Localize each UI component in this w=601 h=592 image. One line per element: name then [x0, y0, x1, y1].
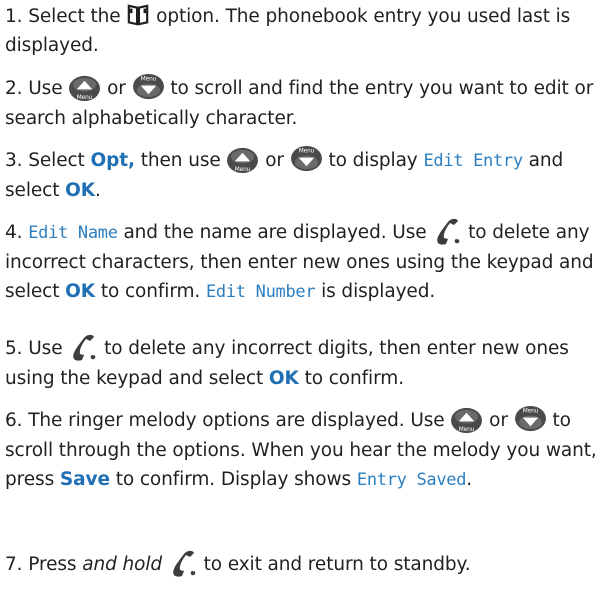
step-7: 7. Press and hold to exit and return to … [5, 550, 597, 580]
step-6: 6. The ringer melody options are display… [5, 406, 597, 495]
phonebook-icon [126, 4, 150, 26]
delete-handset-icon [432, 216, 462, 246]
display-text-edit-entry: Edit Entry [423, 151, 523, 171]
down-menu-icon [290, 145, 323, 174]
ok-softkey: OK [65, 180, 96, 201]
display-text-entry-saved: Entry Saved [356, 469, 467, 490]
step-1: 1. Select the option. The phonebook entr… [5, 4, 571, 56]
save-softkey: Save [59, 468, 110, 490]
ok-softkey: OK [65, 281, 96, 302]
delete-handset-icon [168, 548, 198, 578]
down-menu-icon [514, 405, 547, 434]
step-3: 3. Select Opt, then use or to display Ed… [5, 146, 597, 205]
up-menu-icon [226, 145, 259, 174]
opt-softkey: Opt, [90, 150, 136, 171]
down-menu-icon [132, 73, 165, 102]
up-menu-icon [450, 405, 483, 434]
display-text-edit-number: Edit Number [206, 282, 316, 302]
up-menu-icon [68, 73, 101, 102]
delete-handset-icon [68, 332, 98, 362]
and-hold-emphasis: and hold [82, 554, 163, 575]
step-2: 2. Use or to scroll and find the entry y… [5, 74, 597, 133]
step-number: 1. [5, 6, 23, 27]
ok-softkey: OK [268, 368, 299, 389]
display-text-edit-name: Edit Name [28, 223, 118, 243]
step-4: 4. Edit Name and the name are displayed.… [5, 218, 597, 307]
step-5: 5. Use to delete any incorrect digits, t… [5, 334, 597, 393]
